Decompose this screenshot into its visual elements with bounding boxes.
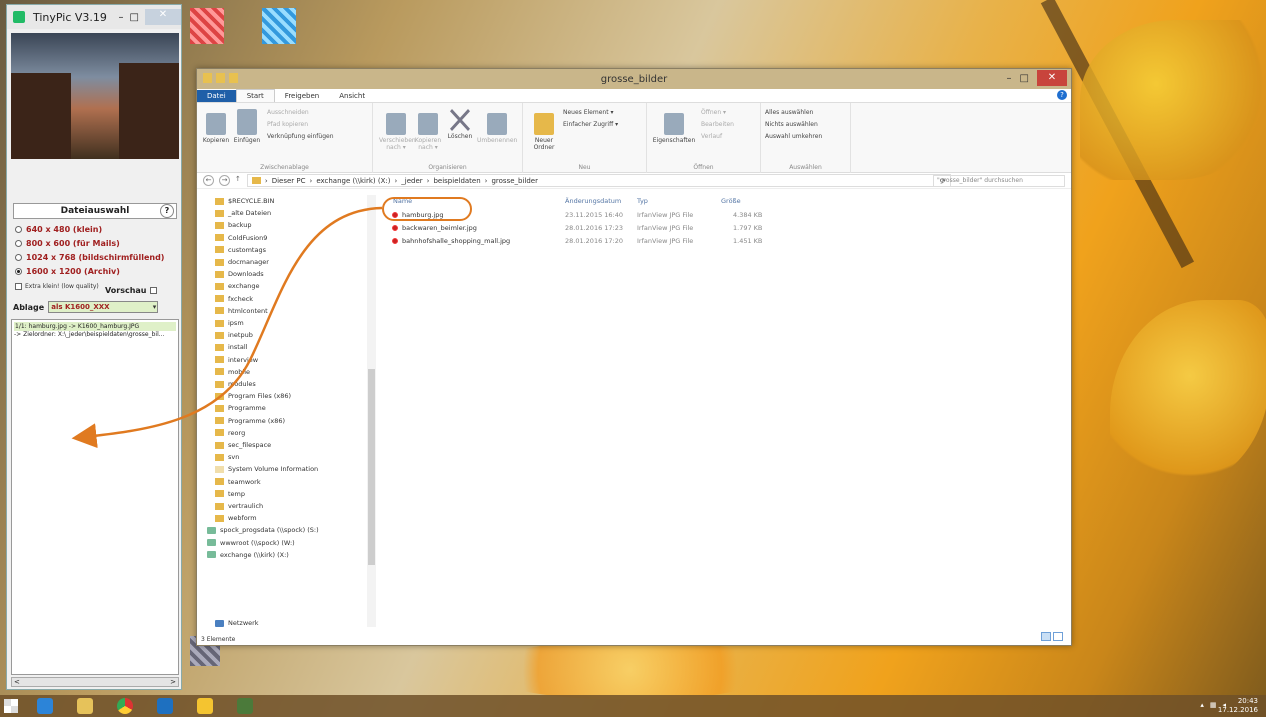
outlook-icon [157,698,173,714]
tinypic-icon [237,698,253,714]
checkmark-icon [197,698,213,714]
ie-icon [37,698,53,714]
taskbar: ▴ ▦ ◂ 20:43 17.12.2016 [0,695,1266,717]
taskbar-app-explorer[interactable] [68,695,102,717]
annotation-arrow [71,206,383,449]
taskbar-app-ie[interactable] [28,695,62,717]
taskbar-app-tasks[interactable] [188,695,222,717]
taskbar-app-outlook[interactable] [148,695,182,717]
network-icon[interactable]: ▦ [1210,701,1217,709]
taskbar-app-chrome[interactable] [108,695,142,717]
clock[interactable]: 20:43 17.12.2016 [1218,697,1258,715]
chrome-icon [117,698,133,714]
start-button[interactable] [0,695,22,717]
clock-time: 20:43 [1237,697,1258,705]
windows-icon [4,699,18,713]
tray-arrow-icon[interactable]: ▴ [1200,701,1204,709]
folder-icon [77,698,93,714]
clock-date: 17.12.2016 [1217,706,1258,714]
taskbar-app-tinypic[interactable] [228,695,262,717]
